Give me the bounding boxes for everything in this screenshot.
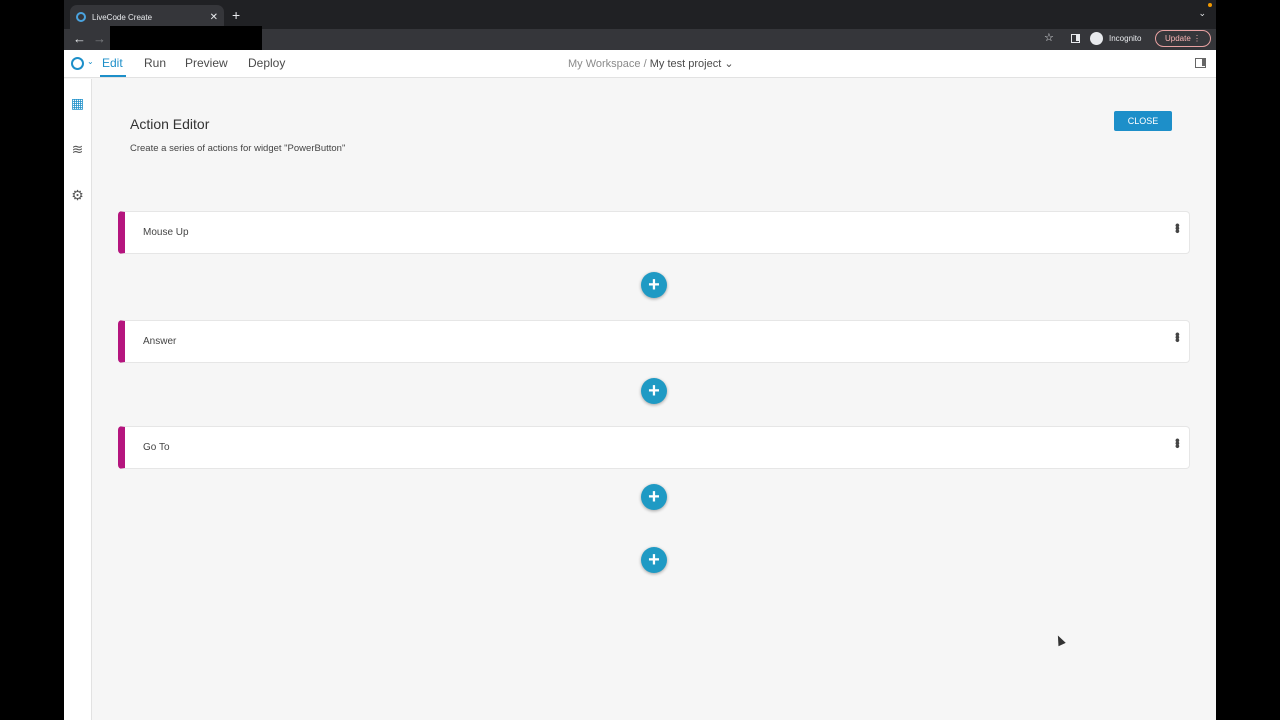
- page-title: Action Editor: [130, 116, 210, 132]
- browser-window: LiveCode Create ✕ + ⌄ ← → ☆ Incognito Up…: [64, 0, 1216, 720]
- tab-title: LiveCode Create: [92, 12, 153, 22]
- close-tab-icon[interactable]: ✕: [210, 12, 218, 23]
- tab-strip: LiveCode Create ✕ + ⌄: [64, 0, 1216, 29]
- new-tab-icon[interactable]: +: [232, 7, 240, 23]
- action-label: Go To: [143, 442, 170, 453]
- address-bar[interactable]: [110, 26, 262, 50]
- update-button[interactable]: Update ⋮: [1155, 30, 1211, 47]
- toggle-panel-icon[interactable]: [1195, 58, 1206, 68]
- incognito-indicator[interactable]: Incognito: [1090, 32, 1141, 45]
- back-arrow-icon[interactable]: ←: [73, 31, 86, 46]
- more-vert-icon[interactable]: •••: [1170, 332, 1186, 341]
- breadcrumb-project[interactable]: My test project: [650, 58, 722, 70]
- bookmark-star-icon[interactable]: ☆: [1044, 31, 1054, 44]
- breadcrumb-workspace[interactable]: My Workspace: [568, 58, 641, 70]
- action-label: Answer: [143, 336, 177, 347]
- page-subtitle: Create a series of actions for widget "P…: [130, 143, 346, 154]
- action-card-mouse-up[interactable]: Mouse Up •••: [118, 211, 1190, 254]
- side-panel-icon[interactable]: [1071, 34, 1080, 43]
- action-card-answer[interactable]: Answer •••: [118, 320, 1190, 363]
- browser-toolbar: ← → ☆ Incognito Update ⋮: [64, 26, 1216, 50]
- app-header: ⌄ Edit Run Preview Deploy My Workspace /…: [64, 50, 1216, 78]
- project-chevron-down-icon[interactable]: ⌄: [724, 58, 733, 70]
- livecode-logo-icon[interactable]: [71, 57, 84, 70]
- update-label: Update: [1164, 34, 1191, 43]
- gear-icon[interactable]: ⚙: [70, 188, 85, 203]
- chevron-down-icon[interactable]: ⌄: [87, 57, 94, 66]
- add-action-button[interactable]: +: [641, 378, 667, 404]
- close-button[interactable]: CLOSE: [1114, 111, 1172, 131]
- more-vert-icon[interactable]: •••: [1170, 223, 1186, 232]
- forward-arrow-icon[interactable]: →: [93, 31, 106, 46]
- active-tab-underline: [100, 75, 126, 77]
- layers-icon[interactable]: ≋: [70, 142, 85, 157]
- tab-preview[interactable]: Preview: [185, 56, 228, 70]
- action-card-go-to[interactable]: Go To •••: [118, 426, 1190, 469]
- add-action-button[interactable]: +: [641, 272, 667, 298]
- widgets-icon[interactable]: ▦: [70, 96, 85, 111]
- add-action-button[interactable]: +: [641, 547, 667, 573]
- add-action-button[interactable]: +: [641, 484, 667, 510]
- action-label: Mouse Up: [143, 227, 189, 238]
- tab-deploy[interactable]: Deploy: [248, 56, 285, 70]
- tab-run[interactable]: Run: [144, 56, 166, 70]
- breadcrumb-separator: /: [643, 58, 647, 70]
- more-vert-icon: ⋮: [1190, 34, 1202, 43]
- incognito-icon: [1090, 32, 1103, 45]
- incognito-label: Incognito: [1109, 34, 1142, 43]
- breadcrumb: My Workspace / My test project ⌄: [568, 57, 734, 70]
- more-vert-icon[interactable]: •••: [1170, 438, 1186, 447]
- favicon-icon: [76, 12, 86, 22]
- mouse-cursor: [1054, 633, 1066, 647]
- tab-search-chevron-icon[interactable]: ⌄: [1198, 8, 1206, 19]
- notification-dot: [1208, 3, 1212, 7]
- left-rail: ▦ ≋ ⚙: [64, 79, 92, 720]
- tab-edit[interactable]: Edit: [102, 56, 123, 70]
